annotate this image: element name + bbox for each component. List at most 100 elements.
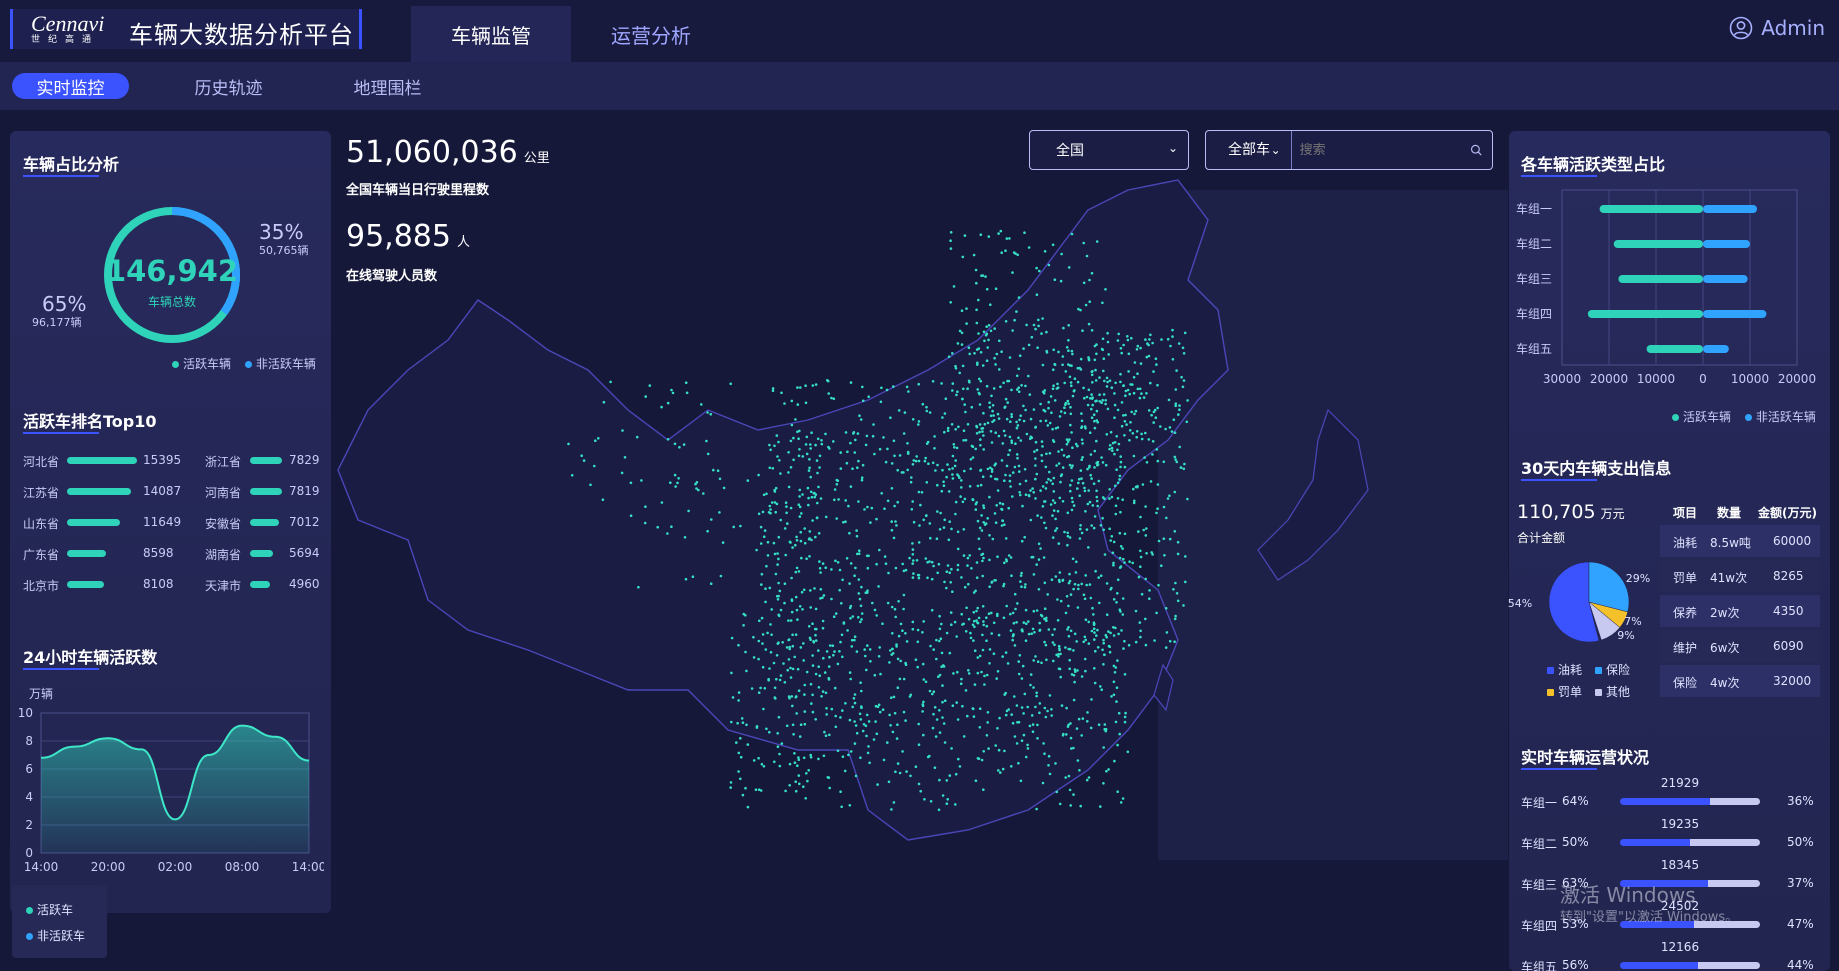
subtab-geofence[interactable]: 地理围栏 (329, 73, 446, 99)
legend-dot-active (172, 361, 179, 368)
user-menu[interactable]: Admin (1729, 16, 1825, 40)
vehicle-dot (865, 713, 869, 717)
vehicle-dot (1018, 470, 1021, 473)
vehicle-dot (786, 522, 789, 525)
vehicle-dot (1168, 426, 1172, 429)
vehicle-dot (1012, 621, 1016, 625)
vehicle-dot (977, 298, 980, 302)
vehicle-dot (787, 695, 791, 698)
vehicle-dot (844, 431, 848, 434)
vehicle-dot (1105, 582, 1109, 585)
vehicle-dot (951, 590, 954, 593)
vehicle-dot (1007, 453, 1010, 457)
vehicle-dot (854, 774, 858, 778)
vehicle-dot (944, 397, 948, 401)
vehicle-dot (1164, 607, 1168, 610)
vehicle-dot (1178, 445, 1181, 449)
legend-dot-inactive (244, 361, 252, 368)
vehicle-dot (971, 707, 975, 710)
vehicle-dot (931, 726, 935, 730)
vehicle-dot (1117, 632, 1120, 636)
vehicle-dot (1098, 400, 1101, 403)
vehicle-dot (994, 287, 998, 290)
vehicle-dot (996, 489, 1000, 492)
vehicle-dot (1090, 271, 1094, 275)
vehicle-dot (991, 537, 995, 541)
rank-name: 广东省 (23, 548, 60, 562)
vehicle-dot (927, 462, 930, 466)
subtab-realtime-monitor[interactable]: 实时监控 (12, 73, 129, 99)
vehicle-dot (957, 425, 960, 429)
vehicle-dot (1178, 404, 1181, 407)
vehicle-dot (998, 368, 1001, 371)
region-select[interactable]: 全国 ⌄ (1029, 130, 1189, 170)
vehicle-dot (857, 578, 861, 581)
vehicle-dot (1149, 333, 1152, 337)
vehicle-dot (1017, 390, 1021, 394)
table-row: 罚单 41w次 8265 (1660, 560, 1820, 592)
vehicle-dot (1111, 551, 1115, 555)
vehicle-dot (1095, 240, 1099, 243)
brand-name: Cennavi (31, 11, 105, 36)
vehicle-dot (1079, 524, 1082, 527)
vehicle-dot (640, 479, 643, 482)
vehicle-dot (1110, 535, 1114, 538)
vehicle-dot (1029, 435, 1033, 439)
vehicle-dot (977, 616, 981, 620)
vehicle-dot (1122, 557, 1125, 561)
vehicle-dot (1103, 553, 1107, 556)
vehicle-dot (1139, 515, 1142, 519)
vehicle-dot (1120, 424, 1124, 428)
vehicle-dot (721, 541, 725, 544)
vehicle-dot (811, 693, 814, 697)
tab-operations-analysis[interactable]: 运营分析 (571, 6, 731, 62)
vehicle-dot (1131, 561, 1134, 565)
tab-vehicle-supervision[interactable]: 车辆监管 (411, 6, 571, 62)
vehicle-dot (1003, 523, 1006, 526)
search-icon[interactable] (1470, 142, 1482, 158)
vehicle-dot (859, 756, 862, 759)
vehicle-dot (938, 528, 942, 531)
search-input[interactable] (1291, 131, 1470, 169)
vehicle-dot (1103, 379, 1106, 383)
china-vehicle-map[interactable] (328, 110, 1508, 860)
vehicle-dot (1022, 712, 1025, 715)
vehicle-dot (1072, 793, 1075, 796)
vehicle-dot (992, 419, 996, 422)
vehicle-dot (1008, 356, 1012, 359)
vehicle-dot (1086, 711, 1089, 714)
vehicle-dot (956, 670, 959, 674)
vehicle-dot (1174, 388, 1178, 391)
vehicle-dot (956, 568, 960, 572)
vehicle-dot (1068, 536, 1072, 539)
legend-active-label: 活跃车辆 (183, 357, 232, 371)
vehicle-type-select[interactable]: 全部车 ⌄ (1206, 131, 1292, 169)
vehicle-dot (977, 757, 981, 760)
vehicle-dot (1102, 782, 1105, 785)
vehicle-dot (778, 764, 782, 768)
vehicle-dot (994, 477, 997, 481)
vehicle-dot (771, 389, 775, 393)
vehicle-dot (1118, 556, 1122, 560)
vehicle-dot (1067, 324, 1070, 327)
vehicle-dot (1116, 448, 1119, 452)
vehicle-dot (1033, 631, 1036, 634)
vehicle-dot (1067, 454, 1071, 458)
vehicle-dot (1018, 418, 1021, 422)
vehicle-dot (834, 725, 838, 729)
vehicle-dot (953, 464, 957, 468)
vehicle-dot (813, 495, 817, 499)
vehicle-dot (1001, 655, 1004, 658)
vehicle-dot (1102, 641, 1105, 645)
vehicle-dot (798, 515, 802, 518)
vehicle-dot (776, 594, 779, 598)
vehicle-dot (1119, 347, 1123, 350)
vehicle-dot (1152, 421, 1155, 424)
vehicle-dot (1154, 416, 1158, 420)
vehicle-dot (759, 542, 763, 545)
vehicle-dot (1072, 698, 1076, 702)
vehicle-dot (1123, 639, 1126, 643)
ops-group-name: 车组一 (1521, 796, 1558, 810)
vehicle-dot (845, 557, 849, 560)
subtab-history-track[interactable]: 历史轨迹 (170, 73, 287, 99)
